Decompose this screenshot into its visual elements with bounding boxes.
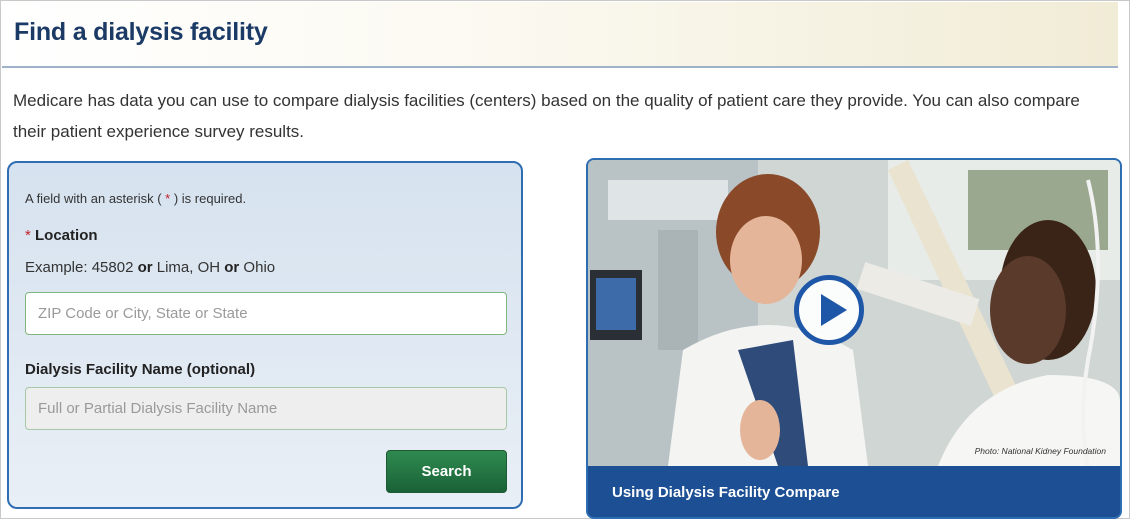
location-example: Example: 45802 or Lima, OH or Ohio [25, 259, 275, 276]
example-state: Ohio [239, 259, 276, 276]
page-header: Find a dialysis facility [2, 2, 1118, 68]
required-note-suffix: ) is required. [170, 191, 247, 206]
required-note-prefix: A field with an asterisk ( [25, 191, 166, 206]
required-note: A field with an asterisk ( * ) is requir… [25, 191, 246, 206]
play-button[interactable] [794, 275, 864, 345]
video-thumbnail[interactable]: Photo: National Kidney Foundation [588, 160, 1120, 466]
intro-text: Medicare has data you can use to compare… [13, 91, 1080, 141]
search-form-panel: A field with an asterisk ( * ) is requir… [7, 161, 523, 509]
location-input[interactable] [25, 292, 507, 335]
location-label: * Location [25, 227, 98, 244]
facility-name-label: Dialysis Facility Name (optional) [25, 361, 256, 378]
video-panel[interactable]: Photo: National Kidney Foundation Using … [586, 158, 1122, 519]
page: Find a dialysis facility Medicare has da… [0, 0, 1130, 519]
video-caption[interactable]: Using Dialysis Facility Compare [588, 466, 1120, 517]
play-icon [821, 294, 847, 326]
photo-credit: Photo: National Kidney Foundation [974, 446, 1106, 456]
example-or-1: or [137, 259, 153, 276]
example-zip: Example: 45802 [25, 259, 138, 276]
search-button[interactable]: Search [386, 450, 507, 493]
facility-name-input[interactable] [25, 387, 507, 430]
page-title: Find a dialysis facility [14, 18, 268, 46]
example-city: Lima, OH [152, 259, 225, 276]
location-required-asterisk: * [25, 227, 31, 244]
location-label-text: Location [35, 227, 98, 244]
example-or-2: or [224, 259, 240, 276]
